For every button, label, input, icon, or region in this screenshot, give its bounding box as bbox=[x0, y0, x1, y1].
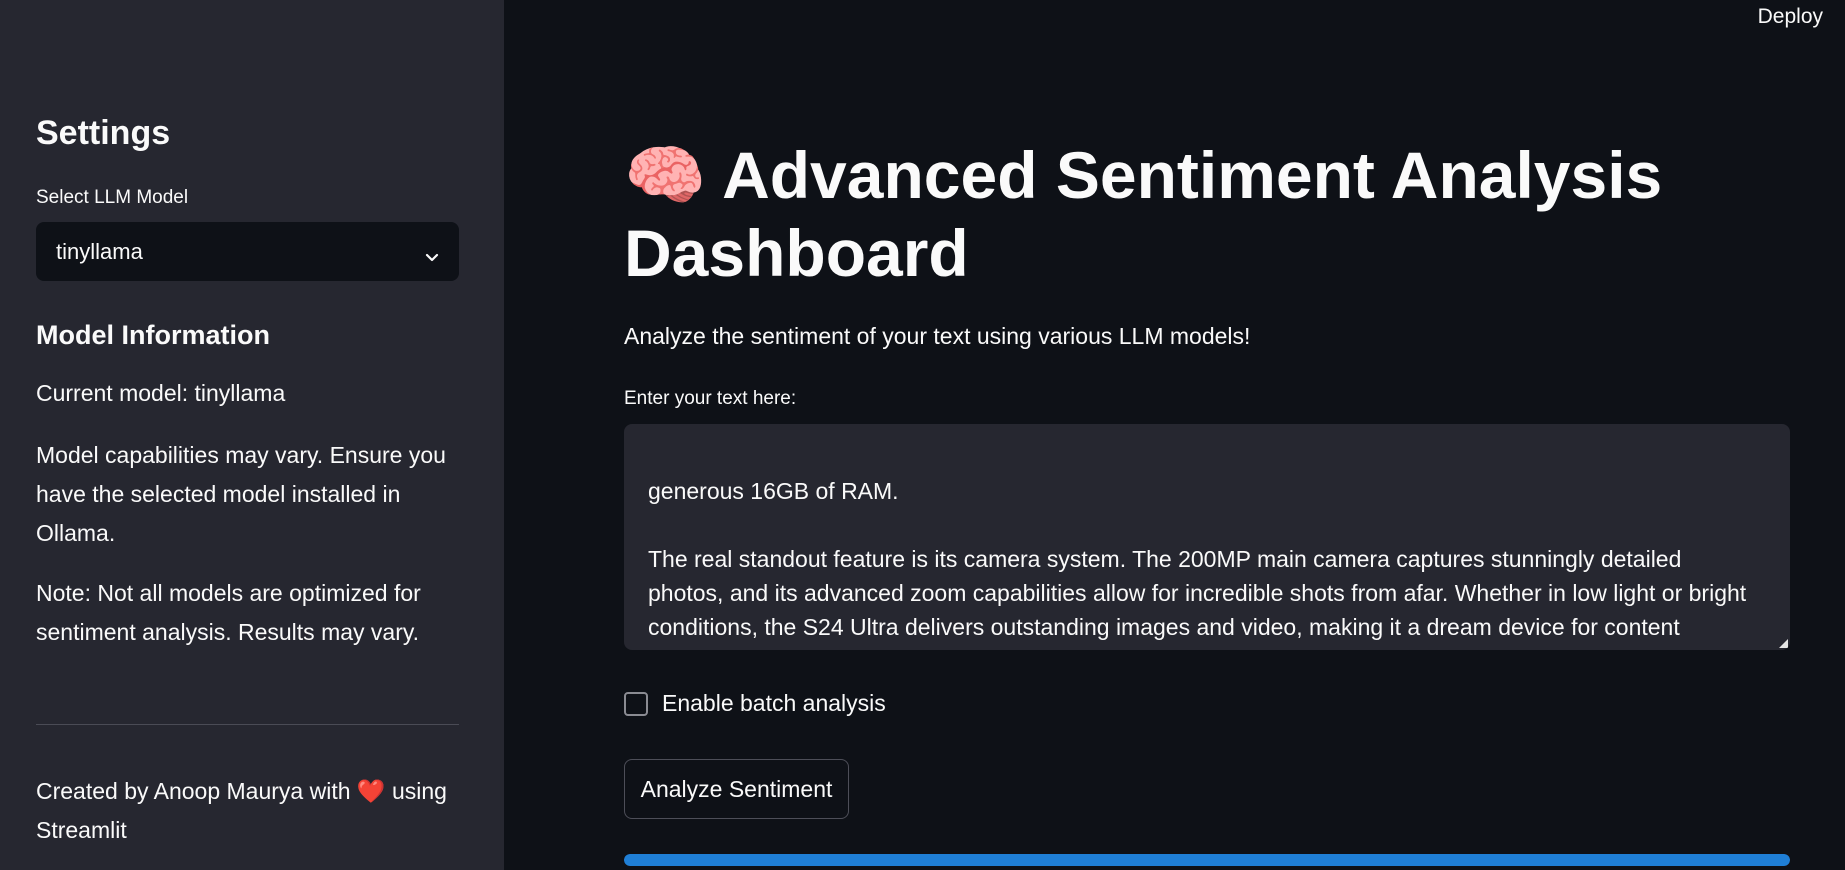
chevron-down-icon bbox=[425, 245, 439, 261]
text-input-label: Enter your text here: bbox=[624, 388, 797, 409]
sidebar-divider bbox=[36, 724, 459, 725]
capabilities-text: Model capabilities may vary. Ensure you … bbox=[36, 442, 446, 546]
heart-icon: ❤️ bbox=[356, 778, 386, 804]
page-title-text: Advanced Sentiment Analysis Dashboard bbox=[624, 138, 1663, 290]
model-select[interactable]: tinyllama bbox=[36, 222, 459, 281]
page-subtitle: Analyze the sentiment of your text using… bbox=[624, 323, 1251, 349]
sidebar-title: Settings bbox=[36, 114, 171, 152]
page-title: 🧠 Advanced Sentiment Analysis Dashboard bbox=[624, 136, 1804, 292]
text-input-area[interactable]: generous 16GB of RAM. The real standout … bbox=[624, 424, 1790, 650]
credit-text: Created by Anoop Maurya with ❤️ using St… bbox=[36, 772, 466, 850]
credit-prefix: Created by Anoop Maurya with bbox=[36, 778, 351, 804]
batch-analysis-label: Enable batch analysis bbox=[662, 690, 886, 716]
note-text: Note: Not all models are optimized for s… bbox=[36, 580, 421, 645]
model-info-heading: Model Information bbox=[36, 320, 270, 350]
current-model-text: Current model: tinyllama bbox=[36, 380, 286, 406]
brain-icon: 🧠 bbox=[624, 138, 707, 212]
batch-analysis-toggle[interactable]: Enable batch analysis bbox=[624, 690, 886, 717]
batch-analysis-checkbox[interactable] bbox=[624, 691, 648, 716]
model-select-label: Select LLM Model bbox=[36, 187, 189, 208]
app: Settings Select LLM Model tinyllama Mode… bbox=[0, 0, 1845, 870]
text-input-value: generous 16GB of RAM. The real standout … bbox=[648, 478, 1747, 650]
analyze-sentiment-button[interactable]: Analyze Sentiment bbox=[624, 759, 849, 819]
model-select-value: tinyllama bbox=[56, 238, 143, 264]
deploy-button[interactable]: Deploy bbox=[1758, 5, 1823, 29]
sidebar: Settings Select LLM Model tinyllama Mode… bbox=[0, 0, 504, 870]
progress-fill bbox=[624, 854, 1790, 866]
progress-bar bbox=[624, 854, 1790, 866]
resize-handle-icon[interactable] bbox=[1779, 639, 1788, 648]
